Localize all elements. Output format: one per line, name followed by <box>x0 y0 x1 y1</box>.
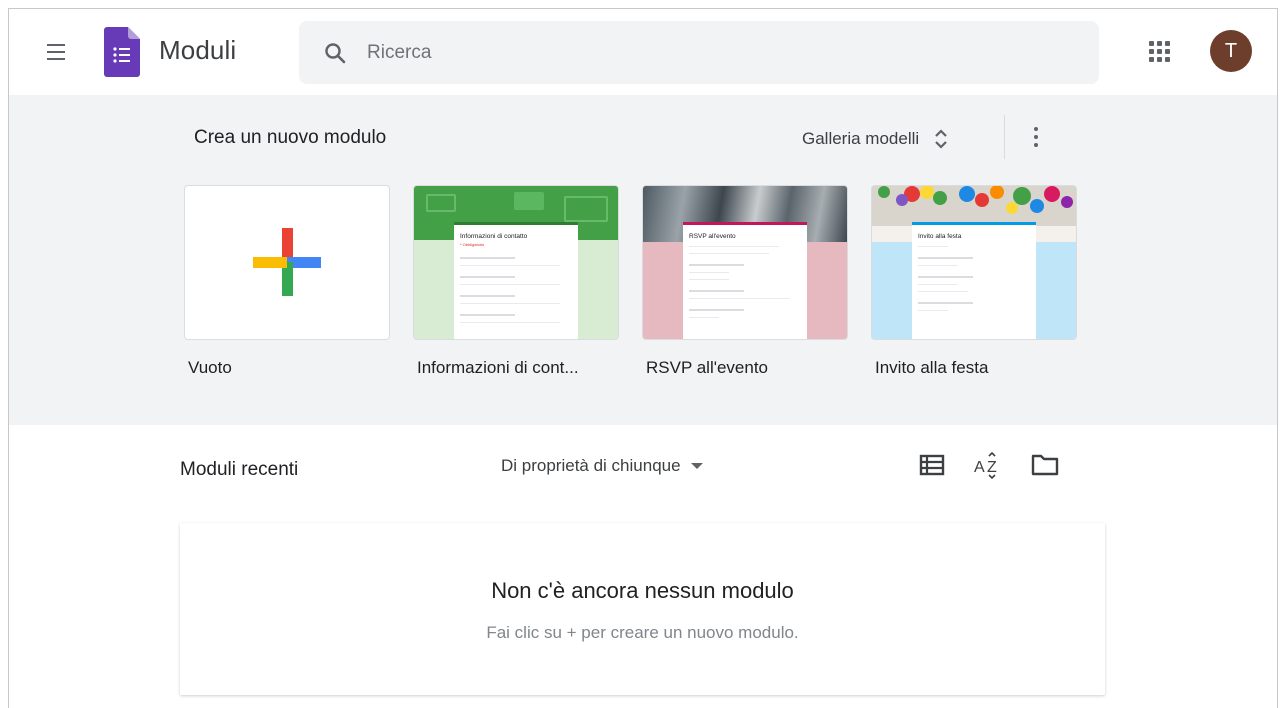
gallery-title: Crea un nuovo modulo <box>194 127 387 148</box>
list-view-icon[interactable] <box>919 452 945 478</box>
search-input[interactable] <box>365 35 1069 71</box>
thumbnail-form: Informazioni di contatto * Obbligatorio <box>454 222 578 339</box>
google-forms-logo-icon[interactable] <box>104 27 140 77</box>
template-blank[interactable]: Vuoto <box>184 185 390 378</box>
template-thumbnail[interactable]: Informazioni di contatto * Obbligatorio <box>413 185 619 340</box>
template-thumbnail[interactable]: RSVP all'evento <box>642 185 848 340</box>
svg-text:A: A <box>974 459 985 476</box>
template-label: Vuoto <box>188 358 232 377</box>
hamburger-line <box>47 44 65 46</box>
template-gallery: Crea un nuovo modulo Galleria modelli Vu… <box>9 95 1277 425</box>
empty-state-title: Non c'è ancora nessun modulo <box>491 578 794 603</box>
template-contact-info[interactable]: Informazioni di contatto * Obbligatorio … <box>413 185 619 378</box>
folder-icon[interactable] <box>1031 453 1059 477</box>
forms-home-page: Moduli T Crea un nuovo modulo Galleria m… <box>8 8 1278 708</box>
empty-state-card: Non c'è ancora nessun modulo Fai clic su… <box>180 523 1105 695</box>
google-colors-plus-icon <box>253 228 321 296</box>
empty-state-subtitle: Fai clic su + per creare un nuovo modulo… <box>486 623 799 642</box>
owner-filter-label: Di proprietà di chiunque <box>501 456 681 475</box>
template-label: Informazioni di cont... <box>417 358 579 377</box>
more-options-icon[interactable] <box>1026 123 1046 153</box>
recent-forms-title: Moduli recenti <box>180 459 299 480</box>
owner-filter-dropdown[interactable]: Di proprietà di chiunque <box>501 453 703 479</box>
thumbnail-form: RSVP all'evento <box>683 222 807 339</box>
thumbnail-form-title: RSVP all'evento <box>689 233 736 240</box>
top-app-bar: Moduli T <box>9 9 1277 95</box>
search-icon[interactable] <box>323 41 347 65</box>
template-party-invite[interactable]: Invito alla festa Invito alla festa <box>871 185 1077 378</box>
svg-text:Z: Z <box>987 459 997 476</box>
thumbnail-form-title: Invito alla festa <box>918 233 962 240</box>
template-thumbnail[interactable] <box>184 185 390 340</box>
search-bar[interactable] <box>299 21 1099 84</box>
thumbnail-form-title: Informazioni di contatto <box>460 233 528 240</box>
divider <box>1004 115 1005 159</box>
hamburger-line <box>47 51 65 53</box>
arrow-drop-down-icon <box>690 463 703 469</box>
template-label: Invito alla festa <box>875 358 989 377</box>
google-apps-grid-icon[interactable] <box>1147 39 1173 65</box>
template-gallery-toggle[interactable]: Galleria modelli <box>802 125 949 153</box>
gallery-toggle-label: Galleria modelli <box>802 129 920 148</box>
app-title[interactable]: Moduli <box>159 35 236 66</box>
template-label: RSVP all'evento <box>646 358 769 377</box>
main-menu-button[interactable] <box>36 37 76 67</box>
sort-az-icon[interactable]: A Z <box>972 450 1002 480</box>
unfold-more-icon <box>935 129 947 149</box>
hamburger-line <box>47 58 65 60</box>
thumbnail-form: Invito alla festa <box>912 222 1036 339</box>
account-avatar[interactable]: T <box>1210 30 1252 72</box>
template-thumbnail[interactable]: Invito alla festa <box>871 185 1077 340</box>
template-rsvp[interactable]: RSVP all'evento RSVP all'evento <box>642 185 848 378</box>
